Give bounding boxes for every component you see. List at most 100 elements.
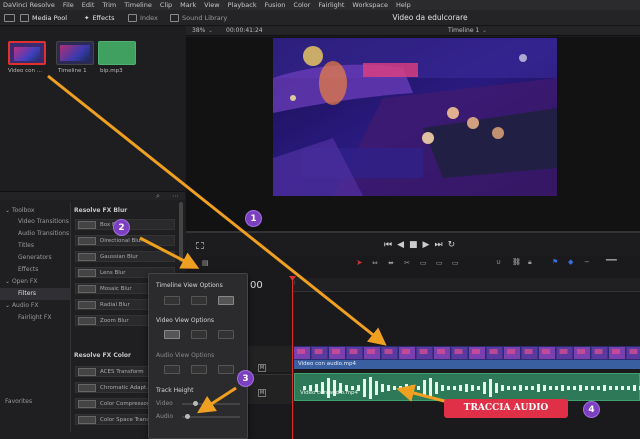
fx-directional-blur[interactable]: Directional Blur bbox=[75, 235, 175, 246]
view-subtitle-button[interactable] bbox=[191, 296, 207, 305]
scrub-bar[interactable] bbox=[186, 231, 640, 233]
media-pool-button[interactable]: Media Pool bbox=[20, 12, 67, 24]
zoom-level[interactable]: 38% bbox=[192, 27, 205, 34]
menu-fairlight[interactable]: Fairlight bbox=[318, 1, 344, 9]
menu-timeline[interactable]: Timeline bbox=[124, 1, 152, 9]
menu-view[interactable]: View bbox=[204, 1, 219, 9]
waveform-bar bbox=[591, 386, 594, 390]
audio-height-knob[interactable] bbox=[185, 414, 190, 419]
audio-clip[interactable] bbox=[294, 373, 640, 401]
stop-icon[interactable]: ■ bbox=[409, 240, 423, 250]
tree-audio-transitions[interactable]: Audio Transitions bbox=[18, 230, 69, 237]
marker-icon[interactable]: ◆ bbox=[568, 258, 573, 266]
effects-scrollbar[interactable] bbox=[179, 202, 183, 262]
linked-selection-icon[interactable]: ⛓ bbox=[512, 258, 521, 266]
sound-library-button[interactable]: Sound Library bbox=[170, 12, 227, 24]
go-to-start-icon[interactable]: ⏮ bbox=[384, 240, 397, 250]
playback-controls: ⏮◀■▶⏭↻ bbox=[384, 240, 460, 250]
audio-waveform-full-button[interactable] bbox=[191, 365, 207, 374]
tree-open-fx[interactable]: ⌄ Open FX bbox=[5, 278, 37, 285]
position-lock-icon[interactable]: 🔒︎ bbox=[528, 258, 532, 267]
tree-fairlight-fx[interactable]: Fairlight FX bbox=[18, 314, 51, 321]
flag-icon[interactable]: ⚑ bbox=[552, 258, 558, 266]
timeline-name[interactable]: Timeline 1 bbox=[448, 27, 479, 34]
loop-icon[interactable]: ↻ bbox=[448, 240, 461, 250]
waveform-bar bbox=[369, 377, 372, 399]
view-audio-waveform-button[interactable] bbox=[218, 296, 234, 305]
clip-thumbnail-timeline[interactable] bbox=[56, 41, 94, 65]
timeline-ruler[interactable]: | bbox=[292, 278, 640, 292]
fx-gaussian-blur[interactable]: Gaussian Blur bbox=[75, 251, 175, 262]
simple-view-button[interactable] bbox=[218, 330, 234, 339]
menu-mark[interactable]: Mark bbox=[180, 1, 196, 9]
panel-divider bbox=[70, 202, 71, 432]
video-mute-button[interactable]: M bbox=[258, 364, 266, 372]
effects-button[interactable]: ✦ Effects bbox=[84, 12, 115, 24]
zoom-out-icon[interactable]: − bbox=[584, 258, 590, 266]
dynamic-trim-icon[interactable]: ⬌ bbox=[388, 259, 394, 267]
play-icon[interactable]: ▶ bbox=[423, 240, 435, 250]
go-to-end-icon[interactable]: ⏭ bbox=[434, 240, 447, 250]
blade-tool-icon[interactable]: ✂ bbox=[404, 259, 410, 267]
zoom-chevron-icon[interactable]: ⌄ bbox=[208, 27, 213, 34]
filmstrip-view-button[interactable] bbox=[164, 330, 180, 339]
annotation-badge-4: 4 bbox=[583, 401, 600, 418]
trim-tool-icon[interactable]: ⇔ bbox=[372, 259, 378, 267]
menu-edit[interactable]: Edit bbox=[82, 1, 95, 9]
menu-clip[interactable]: Clip bbox=[160, 1, 172, 9]
timeline-view-options-icon[interactable]: ▤ bbox=[202, 259, 209, 267]
waveform-bar bbox=[465, 384, 468, 392]
tree-generators[interactable]: Generators bbox=[18, 254, 52, 261]
toolbar: Media Pool ✦ Effects Index Sound Library… bbox=[0, 10, 640, 26]
search-icon[interactable]: ⌕ bbox=[156, 192, 160, 201]
waveform-bar bbox=[627, 386, 630, 390]
video-height-label: Video bbox=[156, 400, 173, 407]
waveform-bar bbox=[363, 379, 366, 397]
viewer-mode-icon[interactable] bbox=[196, 242, 204, 249]
menu-file[interactable]: File bbox=[63, 1, 74, 9]
menu-workspace[interactable]: Workspace bbox=[352, 1, 388, 9]
audio-waveform-button[interactable] bbox=[164, 365, 180, 374]
waveform-bar bbox=[447, 386, 450, 390]
tree-filters[interactable]: Filters bbox=[18, 290, 36, 297]
menu-app[interactable]: DaVinci Resolve bbox=[3, 1, 55, 9]
snapping-icon[interactable]: ∪ bbox=[496, 258, 501, 266]
waveform-bar bbox=[621, 386, 624, 390]
clip-label-audio: bip.mp3 bbox=[100, 68, 123, 74]
playhead[interactable] bbox=[289, 276, 296, 439]
menu-color[interactable]: Color bbox=[293, 1, 310, 9]
replace-icon[interactable]: ▭ bbox=[452, 259, 459, 267]
index-button[interactable]: Index bbox=[128, 12, 158, 24]
menu-help[interactable]: Help bbox=[396, 1, 411, 9]
video-clip[interactable] bbox=[294, 346, 640, 360]
view-stacked-button[interactable] bbox=[164, 296, 180, 305]
insert-icon[interactable]: ▭ bbox=[420, 259, 427, 267]
audio-mute-button[interactable]: M bbox=[258, 389, 266, 397]
audio-height-slider[interactable] bbox=[182, 416, 240, 418]
video-height-slider[interactable] bbox=[182, 403, 240, 405]
reverse-icon[interactable]: ◀ bbox=[397, 240, 409, 250]
clip-thumbnail-video[interactable] bbox=[8, 41, 46, 65]
video-height-knob[interactable] bbox=[193, 401, 198, 406]
tree-audio-fx[interactable]: ⌄ Audio FX bbox=[5, 302, 38, 309]
overwrite-icon[interactable]: ▭ bbox=[436, 259, 443, 267]
menu-playback[interactable]: Playback bbox=[228, 1, 257, 9]
tree-toolbox[interactable]: ⌄ Toolbox bbox=[5, 207, 34, 214]
grid-icon[interactable] bbox=[4, 12, 18, 24]
tree-video-transitions[interactable]: Video Transitions bbox=[18, 218, 69, 225]
media-pool: Video con ... Timeline 1 bip.mp3 bbox=[0, 27, 185, 191]
clip-thumbnail-audio[interactable] bbox=[98, 41, 136, 65]
selection-tool-icon[interactable]: ➤ bbox=[356, 258, 363, 267]
more-options-icon[interactable]: ⋯ bbox=[172, 192, 179, 200]
favorites-header[interactable]: Favorites bbox=[5, 398, 32, 405]
tree-effects[interactable]: Effects bbox=[18, 266, 38, 273]
thumbnail-view-button[interactable] bbox=[191, 330, 207, 339]
menu-trim[interactable]: Trim bbox=[102, 1, 116, 9]
zoom-slider[interactable]: ━━ bbox=[606, 256, 617, 266]
waveform-bar bbox=[393, 386, 396, 390]
timeline-chevron-icon[interactable]: ⌄ bbox=[482, 27, 487, 34]
audio-waveform-off-button[interactable] bbox=[218, 365, 234, 374]
tree-titles[interactable]: Titles bbox=[18, 242, 34, 249]
menu-fusion[interactable]: Fusion bbox=[265, 1, 286, 9]
group-resolve-fx-blur: Resolve FX Blur bbox=[74, 207, 128, 214]
